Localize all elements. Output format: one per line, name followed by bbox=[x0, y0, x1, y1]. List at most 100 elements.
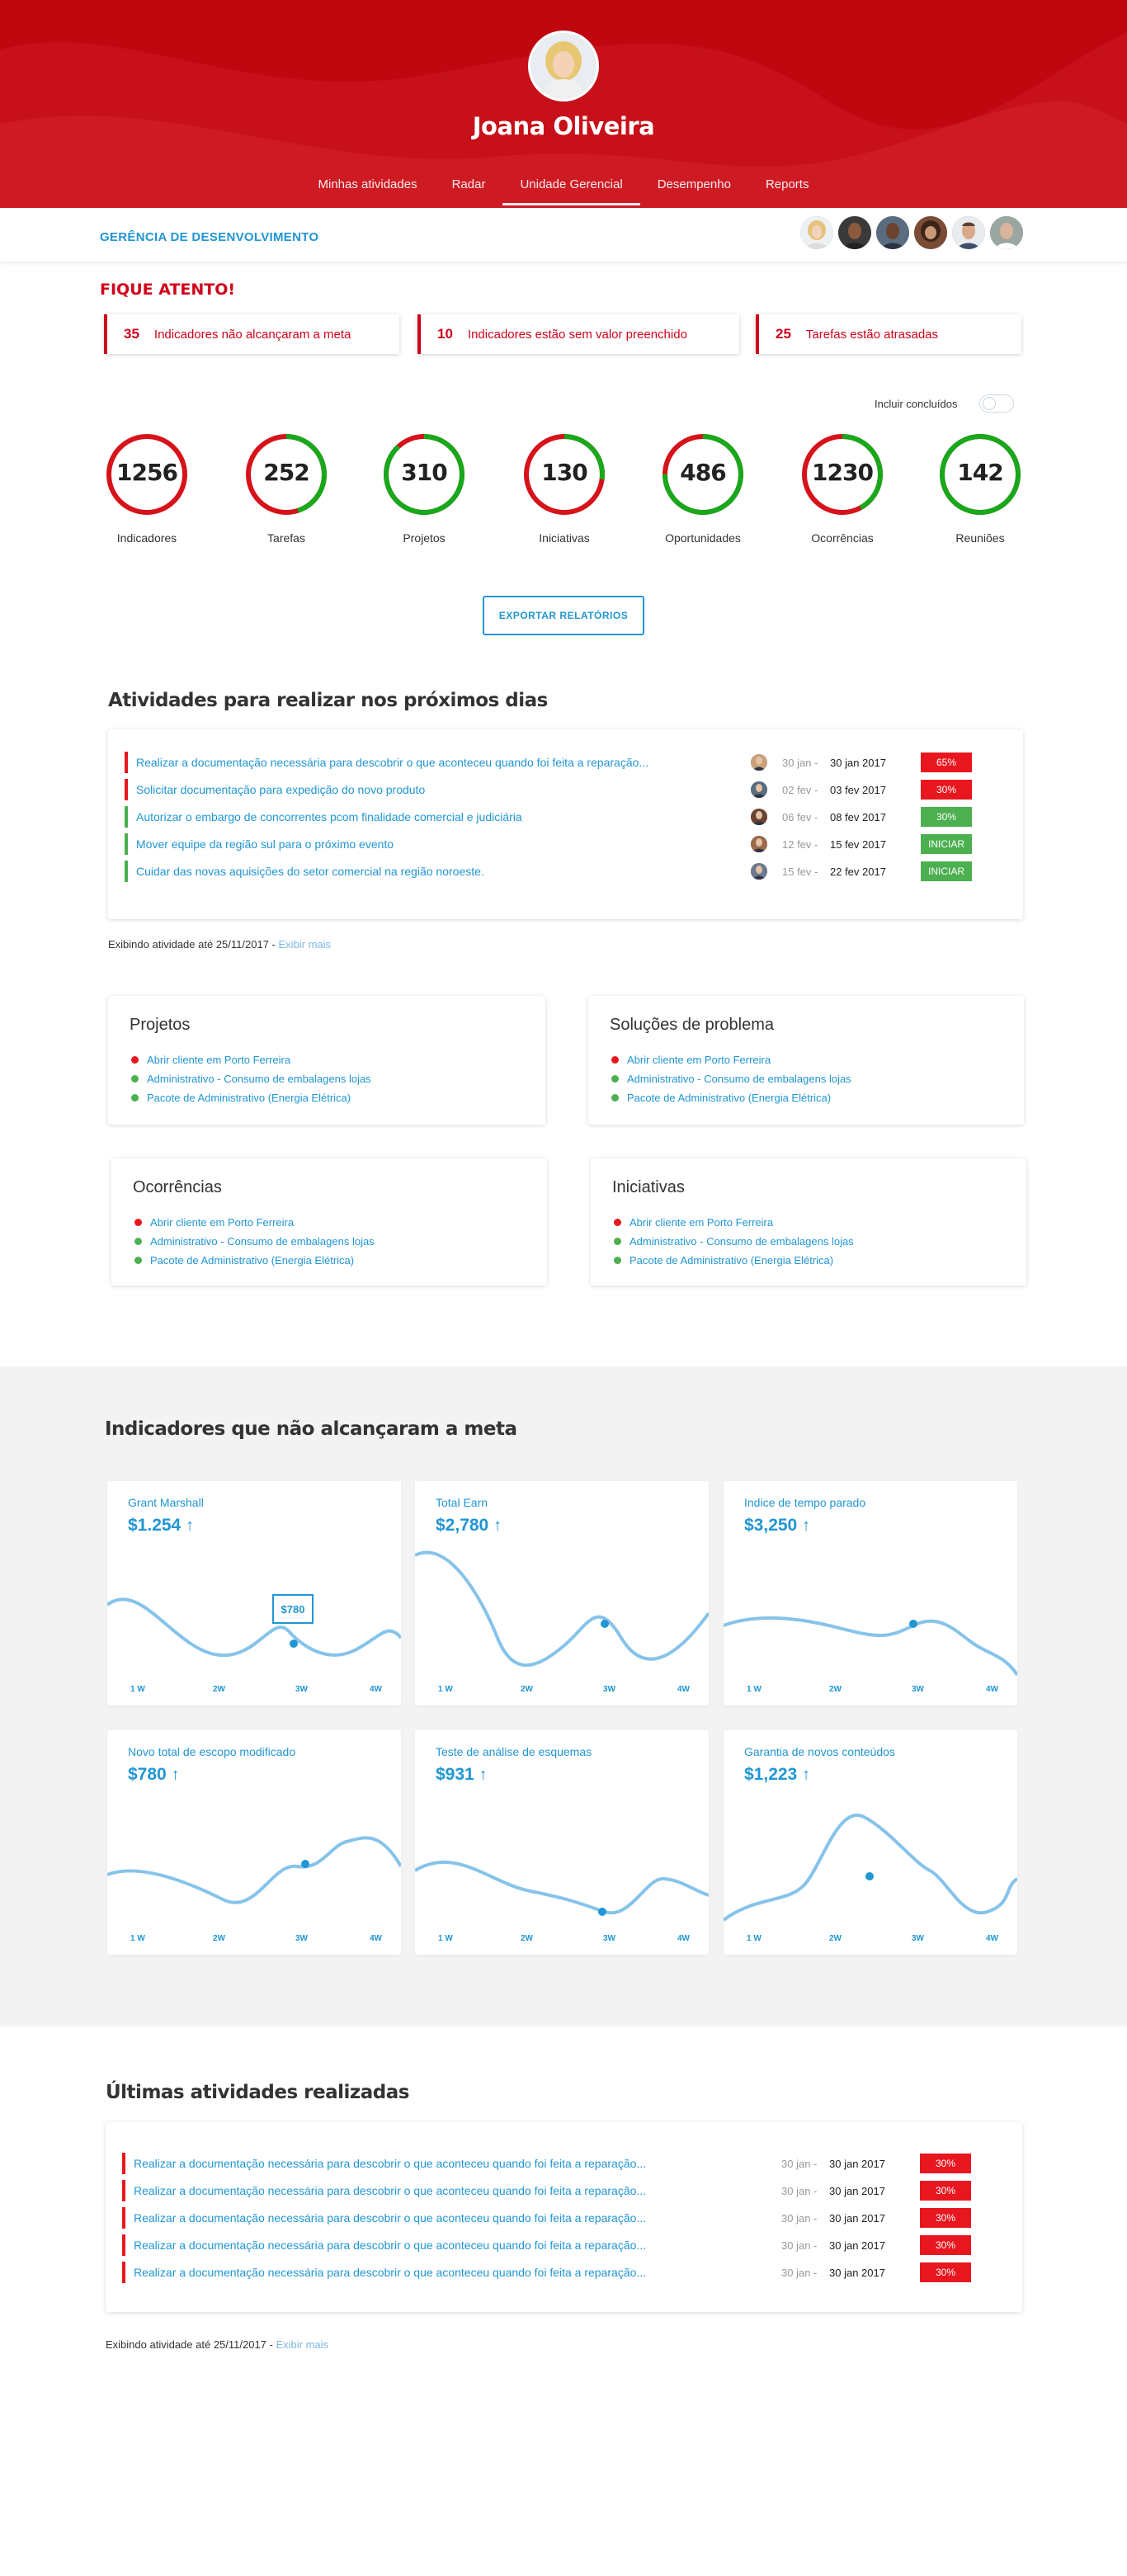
team-avatar[interactable] bbox=[800, 216, 833, 249]
list-item[interactable]: Administrativo - Consumo de embalagens l… bbox=[131, 1069, 371, 1088]
team-avatar[interactable] bbox=[914, 216, 947, 249]
progress-badge[interactable]: 30% bbox=[921, 780, 972, 800]
stat-6[interactable]: 1230 Ocorrências bbox=[793, 429, 892, 545]
activity-text[interactable]: Realizar a documentação necessária para … bbox=[134, 2211, 781, 2225]
team-avatar[interactable] bbox=[990, 216, 1023, 249]
sparkline-point[interactable] bbox=[301, 1860, 309, 1868]
activity-text[interactable]: Realizar a documentação necessária para … bbox=[136, 756, 751, 769]
activity-text[interactable]: Autorizar o embargo de concorrentes pcom… bbox=[136, 810, 751, 823]
progress-badge[interactable]: 30% bbox=[920, 2181, 971, 2201]
list-item[interactable]: Abrir cliente em Porto Ferreira bbox=[131, 1050, 371, 1069]
activity-text[interactable]: Realizar a documentação necessária para … bbox=[134, 2157, 781, 2170]
list-item-text[interactable]: Pacote de Administrativo (Energia Elétri… bbox=[630, 1254, 833, 1267]
recent-activity-row[interactable]: Realizar a documentação necessária para … bbox=[122, 2207, 972, 2229]
stat-5[interactable]: 486 Oportunidades bbox=[653, 429, 752, 545]
list-item[interactable]: Pacote de Administrativo (Energia Elétri… bbox=[614, 1251, 854, 1270]
list-item-text[interactable]: Pacote de Administrativo (Energia Elétri… bbox=[627, 1092, 831, 1104]
sparkline-point[interactable] bbox=[601, 1620, 609, 1628]
metric-title: Garantia de novos conteúdos bbox=[744, 1745, 895, 1758]
sparkline-point[interactable] bbox=[909, 1620, 917, 1628]
list-item-text[interactable]: Abrir cliente em Porto Ferreira bbox=[627, 1054, 771, 1066]
list-item[interactable]: Administrativo - Consumo de embalagens l… bbox=[134, 1232, 375, 1251]
activity-row[interactable]: Realizar a documentação necessária para … bbox=[125, 752, 974, 773]
alert-indicators-missed[interactable]: 35 Indicadores não alcançaram a meta bbox=[104, 314, 399, 354]
activity-row[interactable]: Mover equipe da região sul para o próxim… bbox=[125, 833, 974, 855]
list-item[interactable]: Abrir cliente em Porto Ferreira bbox=[611, 1050, 851, 1069]
list-item[interactable]: Pacote de Administrativo (Energia Elétri… bbox=[131, 1088, 371, 1107]
list-item-text[interactable]: Administrativo - Consumo de embalagens l… bbox=[630, 1235, 854, 1248]
list-item-text[interactable]: Pacote de Administrativo (Energia Elétri… bbox=[150, 1254, 354, 1267]
assignee-avatar[interactable] bbox=[751, 836, 767, 852]
assignee-avatar[interactable] bbox=[751, 754, 767, 771]
nav-radar[interactable]: Radar bbox=[435, 176, 503, 205]
list-item-text[interactable]: Abrir cliente em Porto Ferreira bbox=[630, 1216, 773, 1229]
nav-desempenho[interactable]: Desempenho bbox=[640, 176, 748, 205]
export-reports-button[interactable]: EXPORTAR RELATÓRIOS bbox=[483, 596, 644, 635]
list-item-text[interactable]: Administrativo - Consumo de embalagens l… bbox=[147, 1073, 371, 1085]
progress-badge[interactable]: INICIAR bbox=[921, 834, 972, 854]
stat-4[interactable]: 130 Iniciativas bbox=[515, 429, 614, 545]
list-item-text[interactable]: Administrativo - Consumo de embalagens l… bbox=[627, 1073, 851, 1085]
sparkline-point[interactable] bbox=[598, 1908, 606, 1916]
activity-text[interactable]: Realizar a documentação necessária para … bbox=[134, 2266, 781, 2279]
activity-row[interactable]: Solicitar documentação para expedição do… bbox=[125, 779, 974, 800]
recent-activity-row[interactable]: Realizar a documentação necessária para … bbox=[122, 2234, 972, 2256]
assignee-avatar[interactable] bbox=[751, 809, 767, 825]
list-item-text[interactable]: Administrativo - Consumo de embalagens l… bbox=[150, 1235, 375, 1248]
progress-badge[interactable]: 65% bbox=[921, 753, 972, 772]
assignee-avatar[interactable] bbox=[751, 781, 767, 798]
team-avatar[interactable] bbox=[952, 216, 985, 249]
progress-badge[interactable]: 30% bbox=[920, 2262, 971, 2282]
recent-activity-row[interactable]: Realizar a documentação necessária para … bbox=[122, 2262, 972, 2283]
metric-card[interactable]: 1 W 2W 3W 4W Teste de análise de esquemas $93… bbox=[415, 1730, 709, 1955]
recent-activity-row[interactable]: Realizar a documentação necessária para … bbox=[122, 2153, 972, 2174]
list-item-text[interactable]: Pacote de Administrativo (Energia Elétri… bbox=[147, 1092, 351, 1104]
activity-text[interactable]: Realizar a documentação necessária para … bbox=[134, 2239, 781, 2252]
progress-badge[interactable]: 30% bbox=[920, 2235, 971, 2255]
progress-badge[interactable]: 30% bbox=[920, 2154, 971, 2173]
metric-card[interactable]: 1 W 2W 3W 4W Novo total de escopo modificado… bbox=[107, 1730, 401, 1955]
team-avatar[interactable] bbox=[876, 216, 909, 249]
include-completed-toggle[interactable] bbox=[979, 394, 1014, 413]
stat-3[interactable]: 310 Projetos bbox=[375, 429, 474, 545]
activity-row[interactable]: Autorizar o embargo de concorrentes pcom… bbox=[125, 806, 974, 828]
team-avatar[interactable] bbox=[838, 216, 871, 249]
list-item[interactable]: Abrir cliente em Porto Ferreira bbox=[614, 1213, 854, 1232]
nav-minhas-atividades[interactable]: Minhas atividades bbox=[301, 176, 435, 205]
assignee-avatar[interactable] bbox=[751, 863, 767, 880]
activity-row[interactable]: Cuidar das novas aquisições do setor com… bbox=[125, 861, 974, 882]
show-more-link[interactable]: Exibir mais bbox=[276, 2338, 328, 2351]
stat-7[interactable]: 142 Reuniões bbox=[931, 429, 1030, 545]
metric-card[interactable]: 1 W 2W 3W 4W Total Earn $2,780 ↑ bbox=[415, 1481, 709, 1706]
metric-card[interactable]: 1 W 2W 3W 4W Indice de tempo parado $3,250 ↑ bbox=[724, 1481, 1017, 1706]
activity-text[interactable]: Solicitar documentação para expedição do… bbox=[136, 783, 751, 796]
metric-card[interactable]: 1 W 2W 3W 4W Garantia de novos conteúdos $1,2… bbox=[724, 1730, 1017, 1955]
activity-text[interactable]: Cuidar das novas aquisições do setor com… bbox=[136, 865, 751, 878]
list-item[interactable]: Pacote de Administrativo (Energia Elétri… bbox=[611, 1088, 851, 1107]
list-item[interactable]: Administrativo - Consumo de embalagens l… bbox=[611, 1069, 851, 1088]
progress-badge[interactable]: INICIAR bbox=[921, 861, 972, 881]
sparkline-point[interactable] bbox=[865, 1872, 874, 1880]
show-more-link[interactable]: Exibir mais bbox=[278, 938, 331, 951]
list-item-text[interactable]: Abrir cliente em Porto Ferreira bbox=[147, 1054, 290, 1066]
list-item[interactable]: Abrir cliente em Porto Ferreira bbox=[134, 1213, 375, 1232]
list-item-text[interactable]: Abrir cliente em Porto Ferreira bbox=[150, 1216, 294, 1229]
sparkline-point[interactable] bbox=[290, 1639, 298, 1648]
activity-text[interactable]: Realizar a documentação necessária para … bbox=[134, 2184, 781, 2197]
activity-text[interactable]: Mover equipe da região sul para o próxim… bbox=[136, 837, 751, 851]
progress-badge[interactable]: 30% bbox=[921, 807, 972, 827]
user-avatar[interactable] bbox=[528, 31, 599, 101]
recent-activity-row[interactable]: Realizar a documentação necessária para … bbox=[122, 2180, 972, 2201]
stat-2[interactable]: 252 Tarefas bbox=[237, 429, 336, 545]
alert-indicators-empty[interactable]: 10 Indicadores estão sem valor preenchido bbox=[417, 314, 739, 354]
list-item[interactable]: Pacote de Administrativo (Energia Elétri… bbox=[134, 1251, 375, 1270]
stat-label: Reuniões bbox=[955, 531, 1005, 545]
progress-badge[interactable]: 30% bbox=[920, 2208, 971, 2228]
metric-card[interactable]: 1 W 2W 3W 4W Grant Marshall $1.254 ↑ $780 bbox=[107, 1481, 401, 1706]
nav-reports[interactable]: Reports bbox=[748, 176, 827, 205]
stat-1[interactable]: 1256 Indicadores bbox=[97, 429, 196, 545]
department-name[interactable]: GERÊNCIA DE DESENVOLVIMENTO bbox=[100, 230, 318, 244]
alert-tasks-late[interactable]: 25 Tarefas estão atrasadas bbox=[756, 314, 1021, 354]
list-item[interactable]: Administrativo - Consumo de embalagens l… bbox=[614, 1232, 854, 1251]
nav-unidade-gerencial[interactable]: Unidade Gerencial bbox=[502, 176, 640, 205]
